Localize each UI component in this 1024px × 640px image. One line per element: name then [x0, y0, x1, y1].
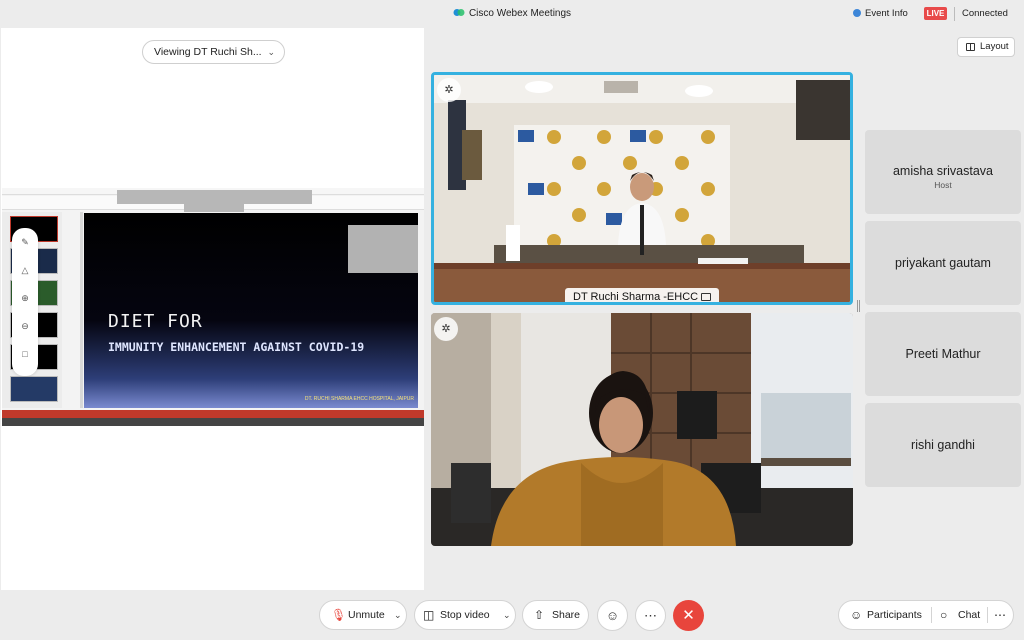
participants-icon: ☺ — [850, 608, 863, 622]
chevron-down-icon[interactable]: ⌄ — [503, 601, 511, 629]
ppt-taskbar — [2, 418, 424, 426]
live-badge: LIVE — [924, 7, 947, 20]
chevron-down-icon: ⌄ — [267, 47, 275, 57]
layout-icon — [966, 43, 975, 51]
participant-role: Host — [934, 180, 952, 190]
slide-thumbnail — [10, 376, 58, 402]
slide-subtitle: IMMUNITY ENHANCEMENT AGAINST COVID-19 — [108, 340, 365, 354]
participant-name: Preeti Mathur — [905, 347, 981, 361]
current-slide: DIET FOR IMMUNITY ENHANCEMENT AGAINST CO… — [84, 213, 418, 408]
more-options-button[interactable]: ⋯ — [635, 600, 666, 631]
pen-icon[interactable]: ✎ — [12, 228, 38, 256]
pin-icon: ✲ — [441, 323, 451, 335]
participant-card[interactable]: amisha srivastava Host — [865, 130, 1021, 214]
share-button[interactable]: ⇧ Share — [522, 600, 589, 630]
active-speaker-video[interactable]: ✲ DT Ruchi Sharma -EHCC — [431, 72, 853, 305]
speaker-video-feed — [434, 75, 850, 302]
end-call-button[interactable]: ✕ — [673, 600, 704, 631]
chat-icon: ○ — [940, 608, 948, 622]
speaker-name-label: DT Ruchi Sharma -EHCC — [565, 288, 720, 303]
shared-content-pane: Viewing DT Ruchi Sh... ⌄ ✎ △ ⊕ ⊖ □ DIET … — [1, 28, 424, 590]
zoom-in-icon[interactable]: ⊕ — [12, 284, 38, 312]
redacted-area — [117, 190, 312, 204]
eraser-icon[interactable]: △ — [12, 256, 38, 284]
title-bar: Cisco Webex Meetings Event Info LIVE Con… — [0, 0, 1024, 28]
participant-name: amisha srivastava — [892, 164, 994, 178]
pin-button[interactable]: ✲ — [434, 317, 458, 341]
more-icon[interactable]: ⋯ — [994, 601, 1006, 629]
fit-icon[interactable]: □ — [12, 340, 38, 368]
unmute-button[interactable]: 🎙 Unmute ⌄ — [319, 600, 407, 630]
share-label: Share — [552, 609, 581, 621]
zoom-out-icon[interactable]: ⊖ — [12, 312, 38, 340]
participant-card[interactable]: priyakant gautam — [865, 221, 1021, 305]
event-info-label: Event Info — [865, 8, 908, 19]
layout-button[interactable]: Layout — [957, 37, 1015, 57]
event-info-button[interactable]: Event Info — [853, 8, 908, 19]
unmute-label: Unmute — [348, 609, 385, 621]
share-icon: ⇧ — [534, 608, 545, 622]
participant-card[interactable]: Preeti Mathur — [865, 312, 1021, 396]
title-separator — [954, 7, 955, 21]
more-icon: ⋯ — [644, 608, 657, 623]
shared-presentation: ✎ △ ⊕ ⊖ □ DIET FOR IMMUNITY ENHANCEMENT … — [2, 188, 424, 426]
pin-button[interactable]: ✲ — [437, 78, 461, 102]
redacted-area — [348, 225, 418, 273]
chevron-down-icon[interactable]: ⌄ — [394, 601, 402, 629]
reactions-icon: ☺ — [605, 608, 620, 623]
connection-status: Connected — [962, 8, 1008, 19]
pin-icon: ✲ — [444, 84, 454, 96]
window-title-text: Cisco Webex Meetings — [468, 8, 572, 19]
stop-video-label: Stop video — [440, 609, 490, 621]
toolbar-divider — [931, 607, 932, 623]
redacted-area — [184, 204, 244, 212]
participant-video-feed — [431, 313, 853, 546]
annotation-tools: ✎ △ ⊕ ⊖ □ — [12, 228, 38, 376]
participants-button[interactable]: Participants — [867, 601, 922, 629]
slide-footer: DT. RUCHI SHARMA EHCC HOSPITAL, JAIPUR — [304, 396, 414, 402]
reactions-button[interactable]: ☺ — [597, 600, 628, 631]
panel-controls: ☺ Participants ○ Chat ⋯ — [838, 600, 1014, 630]
toolbar-divider — [987, 607, 988, 623]
participant-name: priyakant gautam — [895, 256, 991, 270]
camera-icon: ◫ — [423, 608, 435, 622]
participant-name: rishi gandhi — [911, 438, 975, 452]
chat-button[interactable]: Chat — [958, 601, 980, 629]
thumbnail-scrollbar[interactable] — [80, 212, 83, 408]
layout-label: Layout — [980, 41, 1009, 52]
participant-card[interactable]: rishi gandhi — [865, 403, 1021, 487]
webex-logo-icon — [453, 9, 465, 16]
info-icon — [853, 9, 861, 17]
resize-handle[interactable] — [857, 300, 860, 312]
viewing-dropdown[interactable]: Viewing DT Ruchi Sh... ⌄ — [142, 40, 285, 64]
end-call-icon: ✕ — [682, 607, 695, 624]
stop-video-button[interactable]: ◫ Stop video ⌄ — [414, 600, 516, 630]
slide-title: DIET FOR — [108, 311, 203, 332]
viewing-label: Viewing DT Ruchi Sh... — [154, 46, 262, 58]
participant-video[interactable]: ✲ — [431, 313, 853, 546]
share-indicator-icon — [701, 293, 712, 301]
speaker-name: DT Ruchi Sharma -EHCC — [573, 291, 699, 303]
ppt-status-bar — [2, 410, 424, 418]
mic-muted-icon: 🎙 — [331, 608, 347, 622]
